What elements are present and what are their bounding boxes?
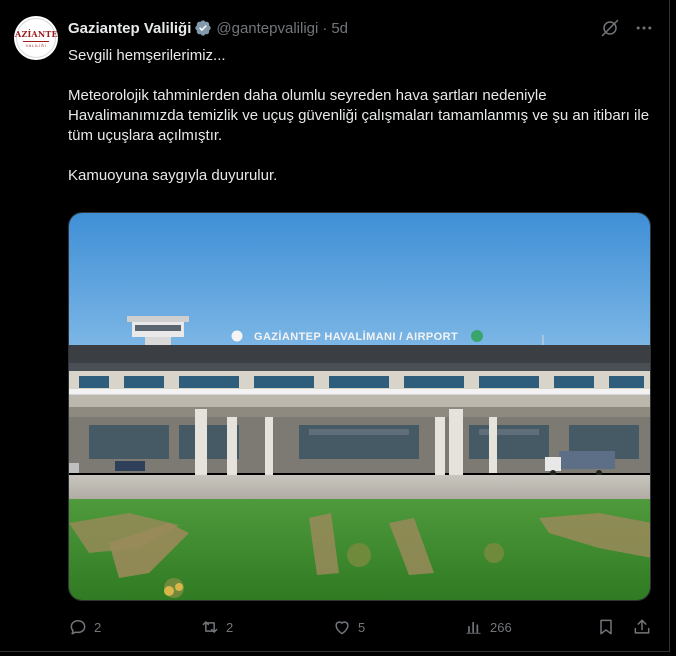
handle[interactable]: @gantepvaliligi: [216, 20, 318, 37]
bookmark-button[interactable]: [596, 616, 616, 638]
tweet-paragraph: Meteorolojik tahminlerden daha olumlu se…: [68, 87, 650, 144]
repost-count: 2: [226, 619, 234, 635]
views-button[interactable]: 266: [464, 616, 512, 638]
avatar-logo-divider: [23, 40, 49, 42]
display-name[interactable]: Gaziantep Valiliği: [68, 20, 191, 37]
timestamp[interactable]: 5d: [331, 20, 348, 37]
tweet-text: Sevgili hemşerilerimiz... Meteorolojik t…: [68, 46, 654, 186]
repost-icon: [202, 621, 218, 633]
tweet-card[interactable]: GAZİANTEP VALİLİĞİ Gaziantep Valiliği @g…: [0, 0, 670, 652]
share-icon: [634, 619, 650, 634]
avatar[interactable]: GAZİANTEP VALİLİĞİ: [14, 16, 58, 60]
views-count: 266: [490, 619, 512, 635]
avatar-logo: GAZİANTEP VALİLİĞİ: [14, 18, 58, 58]
heart-icon: [335, 621, 349, 635]
airport-sign-text: GAZİANTEP HAVALİMANI / AIRPORT: [254, 330, 458, 343]
separator-dot: ·: [322, 19, 328, 37]
tweet-header: Gaziantep Valiliği @gantepvaliligi · 5d: [68, 17, 348, 39]
more-icon[interactable]: [634, 18, 654, 38]
share-button[interactable]: [632, 616, 652, 638]
bookmark-icon: [600, 619, 612, 635]
repost-button[interactable]: 2: [200, 616, 233, 638]
like-count: 5: [358, 619, 366, 635]
action-bar: 2 2 5 266: [68, 616, 654, 638]
avatar-logo-sub: VALİLİĞİ: [25, 42, 47, 48]
verified-badge-icon[interactable]: [194, 19, 212, 37]
reply-count: 2: [94, 619, 102, 635]
tweet-paragraph: Sevgili hemşerilerimiz...: [68, 47, 226, 64]
tweet-image[interactable]: GAZİANTEP HAVALİMANI / AIRPORT: [68, 212, 651, 601]
like-button[interactable]: 5: [332, 616, 365, 638]
tweet-paragraph: Kamuoyuna saygıyla duyurulur.: [68, 167, 278, 184]
avatar-logo-text: GAZİANTEP: [14, 28, 58, 39]
reply-button[interactable]: 2: [68, 616, 101, 638]
reply-icon: [70, 620, 86, 635]
grok-icon[interactable]: [600, 18, 620, 38]
analytics-icon: [466, 622, 481, 634]
